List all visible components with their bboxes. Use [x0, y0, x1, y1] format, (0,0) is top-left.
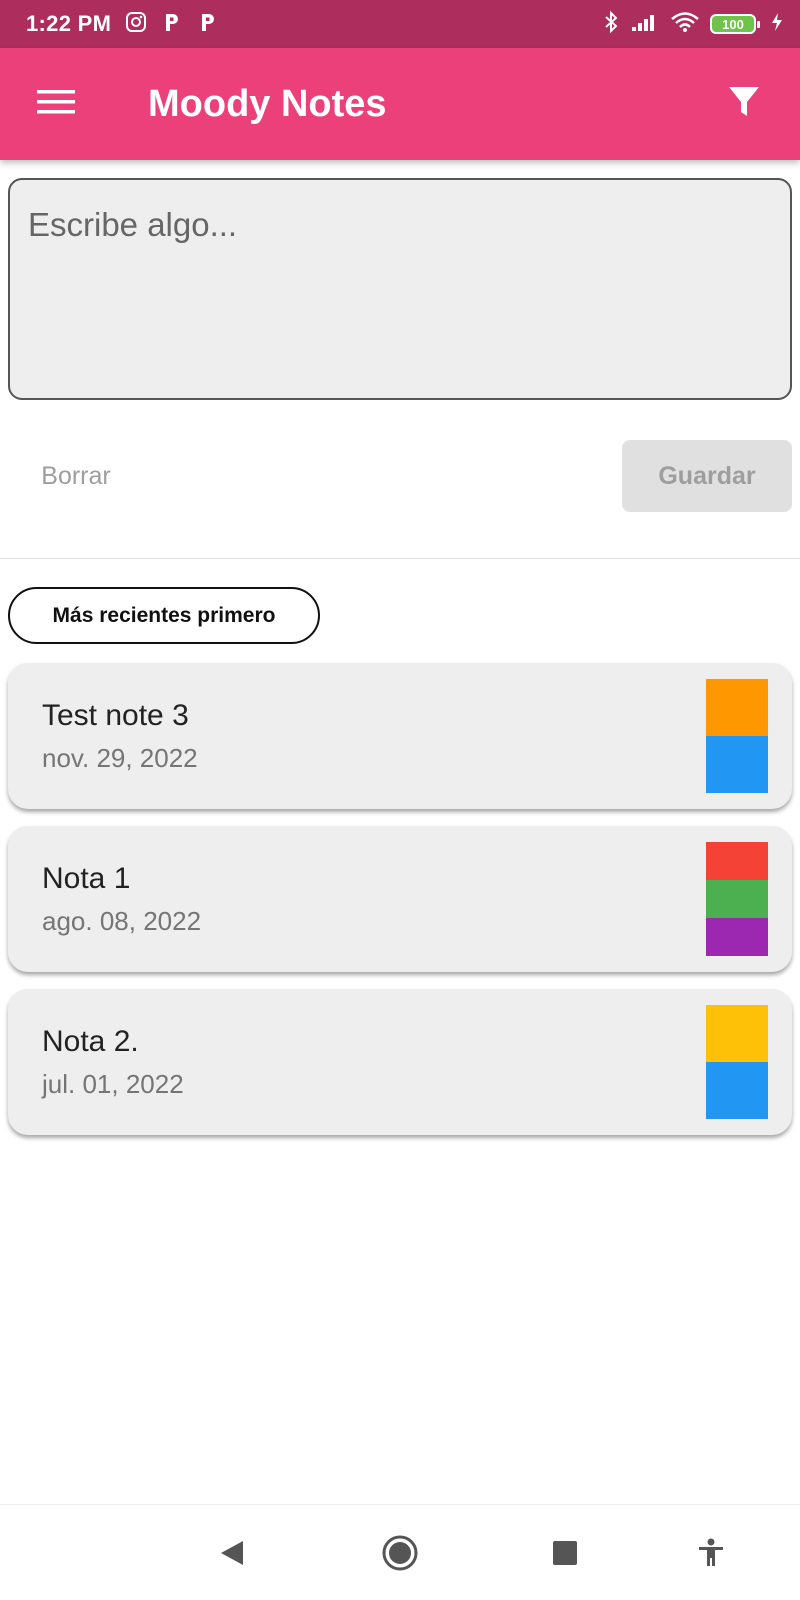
- mood-color-strip: [706, 842, 768, 956]
- note-card[interactable]: Test note 3 nov. 29, 2022: [8, 663, 792, 809]
- wifi-icon: [670, 11, 700, 38]
- mood-color-segment: [706, 918, 768, 956]
- note-title: Nota 2.: [42, 1025, 139, 1058]
- app-bar: Moody Notes: [0, 48, 800, 160]
- signal-icon: [630, 11, 660, 38]
- note-text-input[interactable]: [8, 178, 792, 400]
- app-title: Moody Notes: [148, 82, 387, 125]
- parking-app-icon: [161, 11, 183, 38]
- mood-color-segment: [706, 1062, 768, 1119]
- system-nav-bar: [0, 1504, 800, 1600]
- mood-color-segment: [706, 736, 768, 793]
- filter-icon: [728, 85, 760, 124]
- mood-color-strip: [706, 679, 768, 793]
- instagram-icon: [125, 11, 147, 38]
- status-bar: 1:22 PM 100: [0, 0, 800, 48]
- accessibility-icon: [696, 1538, 726, 1573]
- note-date: ago. 08, 2022: [42, 906, 202, 936]
- mood-color-segment: [706, 842, 768, 880]
- back-icon: [219, 1539, 245, 1572]
- mood-color-segment: [706, 880, 768, 918]
- note-title: Test note 3: [42, 699, 189, 732]
- parking-app-icon: [197, 11, 219, 38]
- note-date: jul. 01, 2022: [42, 1069, 184, 1099]
- menu-button[interactable]: [0, 48, 112, 160]
- clear-button[interactable]: Borrar: [16, 440, 136, 512]
- home-icon: [381, 1534, 419, 1577]
- filter-button[interactable]: [688, 48, 800, 160]
- notification-icons: [125, 11, 219, 38]
- battery-icon: 100: [710, 14, 760, 34]
- divider: [0, 558, 800, 559]
- save-button[interactable]: Guardar: [622, 440, 792, 512]
- back-button[interactable]: [208, 1531, 256, 1579]
- recents-icon: [552, 1540, 578, 1571]
- hamburger-menu-icon: [37, 88, 75, 121]
- sort-order-button[interactable]: Más recientes primero: [8, 587, 320, 644]
- note-card[interactable]: Nota 2. jul. 01, 2022: [8, 989, 792, 1135]
- mood-color-segment: [706, 679, 768, 736]
- system-status-icons: 100: [602, 10, 784, 39]
- bluetooth-icon: [602, 10, 620, 39]
- home-button[interactable]: [376, 1531, 424, 1579]
- note-title: Nota 1: [42, 862, 131, 895]
- mood-color-strip: [706, 1005, 768, 1119]
- mood-color-segment: [706, 1005, 768, 1062]
- recents-button[interactable]: [541, 1531, 589, 1579]
- charging-icon: [770, 11, 784, 38]
- note-card[interactable]: Nota 1 ago. 08, 2022: [8, 826, 792, 972]
- status-time: 1:22 PM: [26, 11, 112, 36]
- accessibility-button[interactable]: [687, 1531, 735, 1579]
- note-date: nov. 29, 2022: [42, 743, 198, 773]
